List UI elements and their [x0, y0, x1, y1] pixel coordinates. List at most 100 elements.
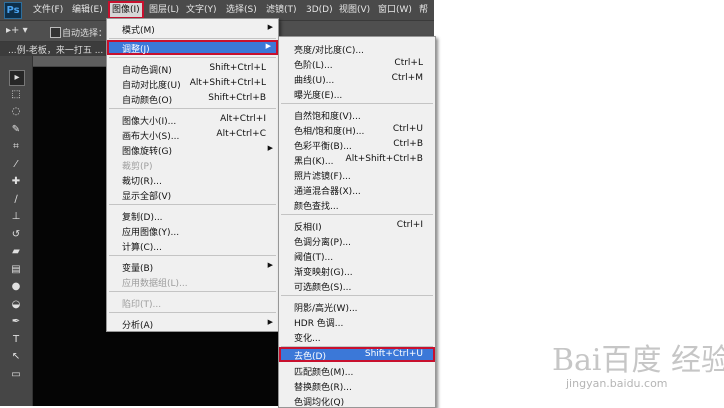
image-menu-item-entry-0[interactable]: 模式(M) ▶ — [107, 21, 278, 36]
menu-item-shortcut: Ctrl+B — [393, 139, 423, 149]
menu-item-label: 通道混合器(X)... — [294, 187, 361, 197]
menu-separator — [109, 57, 276, 58]
dodge-tool-icon[interactable]: ◒ — [9, 298, 23, 312]
menu-item-label: 自动对比度(U) — [122, 81, 181, 91]
menu-separator — [109, 312, 276, 313]
healing-brush-tool-icon[interactable]: ✚ — [9, 175, 23, 189]
adjust-menu-item-entry-10[interactable]: 通道混合器(X)... — [279, 182, 435, 197]
eyedropper-tool-icon[interactable]: ⁄ — [9, 158, 23, 172]
adjust-menu-item-entry-7[interactable]: 色彩平衡(B)... Ctrl+B — [279, 137, 435, 152]
image-menu-item-entry-4[interactable]: 自动色调(N) Shift+Ctrl+L — [107, 61, 278, 76]
menubar-item-y[interactable]: 文字(Y) — [186, 4, 217, 16]
adjust-menu-item-entry-21[interactable]: 变化... — [279, 329, 435, 344]
gradient-tool-icon[interactable]: ▤ — [9, 263, 23, 277]
menubar-item-e[interactable]: 编辑(E) — [72, 4, 103, 16]
auto-select-checkbox[interactable] — [50, 27, 61, 38]
type-tool-icon[interactable]: T — [9, 333, 23, 347]
menubar-item-v[interactable]: 视图(V) — [339, 4, 370, 16]
adjust-menu-item-entry-9[interactable]: 照片滤镜(F)... — [279, 167, 435, 182]
brush-tool-icon[interactable]: ∕ — [9, 193, 23, 207]
adjust-menu-item-entry-25[interactable]: 替换颜色(R)... — [279, 378, 435, 393]
adjust-menu-item-entry-13[interactable]: 反相(I) Ctrl+I — [279, 218, 435, 233]
menu-item-label: 变化... — [294, 334, 321, 344]
adjust-menu-item-entry-2[interactable]: 曲线(U)... Ctrl+M — [279, 71, 435, 86]
clone-stamp-tool-icon[interactable]: ⊥ — [9, 210, 23, 224]
menubar-item-3d-d[interactable]: 3D(D) — [306, 4, 333, 16]
menu-item-label: 调整(J) — [122, 45, 150, 55]
menu-item-label: 颜色查找... — [294, 202, 339, 212]
shape-tool-icon[interactable]: ▭ — [9, 368, 23, 382]
adjust-menu-item-entry-19[interactable]: 阴影/高光(W)... — [279, 299, 435, 314]
image-menu-item-entry-8[interactable]: 图像大小(I)... Alt+Ctrl+I — [107, 112, 278, 127]
menu-item-label: 计算(C)... — [122, 243, 162, 253]
image-menu-item-entry-12[interactable]: 裁切(R)... — [107, 172, 278, 187]
submenu-arrow-icon: ▶ — [267, 318, 273, 326]
move-tool-icon[interactable]: ▸ — [9, 70, 25, 86]
menubar-item-i[interactable]: 图像(I) — [108, 1, 144, 19]
menu-item-label: 应用数据组(L)... — [122, 279, 188, 289]
image-menu-item-entry-10[interactable]: 图像旋转(G) ▶ — [107, 142, 278, 157]
adjust-menu-item-entry-6[interactable]: 色相/饱和度(H)... Ctrl+U — [279, 122, 435, 137]
image-menu-item-entry-6[interactable]: 自动颜色(O) Shift+Ctrl+B — [107, 91, 278, 106]
image-menu-item-entry-15[interactable]: 复制(D)... — [107, 208, 278, 223]
menubar-item-item-10[interactable]: 帮 — [419, 4, 428, 16]
adjust-menu-item-entry-23[interactable]: 去色(D) Shift+Ctrl+U — [279, 347, 435, 362]
adjust-menu-item-entry-24[interactable]: 匹配颜色(M)... — [279, 363, 435, 378]
menu-item-label: 复制(D)... — [122, 213, 163, 223]
marquee-tool-icon[interactable]: ⬚ — [9, 88, 23, 102]
menubar-item-s[interactable]: 选择(S) — [226, 4, 257, 16]
menu-item-label: 渐变映射(G)... — [294, 268, 353, 278]
adjust-menu-item-entry-16[interactable]: 渐变映射(G)... — [279, 263, 435, 278]
image-menu-item-entry-9[interactable]: 画布大小(S)... Alt+Ctrl+C — [107, 127, 278, 142]
menu-item-shortcut: Ctrl+L — [394, 58, 423, 68]
adjust-menu-item-entry-15[interactable]: 阈值(T)... — [279, 248, 435, 263]
menu-item-label: HDR 色调... — [294, 319, 344, 329]
menu-separator — [109, 108, 276, 109]
menu-separator — [109, 38, 276, 39]
watermark-url: jingyan.baidu.com — [566, 377, 668, 390]
adjust-menu-item-entry-8[interactable]: 黑白(K)... Alt+Shift+Ctrl+B — [279, 152, 435, 167]
image-menu-item-entry-24[interactable]: 分析(A) ▶ — [107, 316, 278, 331]
path-select-tool-icon[interactable]: ↖ — [9, 350, 23, 364]
adjust-menu-item-entry-0[interactable]: 亮度/对比度(C)... — [279, 41, 435, 56]
adjust-menu-item-entry-3[interactable]: 曝光度(E)... — [279, 86, 435, 101]
menu-item-label: 变量(B) — [122, 264, 154, 274]
image-menu-item-entry-11: 裁剪(P) — [107, 157, 278, 172]
eraser-tool-icon[interactable]: ▰ — [9, 245, 23, 259]
baidu-jingyan-watermark: Bai百度 经验 jingyan.baidu.com — [552, 335, 724, 405]
menubar-item-w[interactable]: 窗口(W) — [378, 4, 412, 16]
adjust-menu-item-hdr[interactable]: HDR 色调... — [279, 314, 435, 329]
adjust-menu-item-entry-1[interactable]: 色阶(L)... Ctrl+L — [279, 56, 435, 71]
baidu-logo-text: Bai百度 经验 — [552, 343, 724, 378]
image-menu-item-entry-16[interactable]: 应用图像(Y)... — [107, 223, 278, 238]
move-tool-options-icon[interactable]: ▸+ ▾ — [6, 25, 28, 36]
menu-item-label: 色阶(L)... — [294, 61, 333, 71]
menubar-item-l[interactable]: 图层(L) — [149, 4, 179, 16]
image-menu-item-entry-5[interactable]: 自动对比度(U) Alt+Shift+Ctrl+L — [107, 76, 278, 91]
image-menu-item-entry-2[interactable]: 调整(J) ▶ — [107, 40, 278, 55]
menu-separator — [281, 214, 433, 215]
menu-item-label: 色彩平衡(B)... — [294, 142, 352, 152]
quick-select-tool-icon[interactable]: ✎ — [9, 123, 23, 137]
menu-item-label: 模式(M) — [122, 26, 155, 36]
menubar-item-t[interactable]: 滤镜(T) — [266, 4, 297, 16]
crop-tool-icon[interactable]: ⌗ — [9, 140, 23, 154]
adjust-menu-item-entry-14[interactable]: 色调分离(P)... — [279, 233, 435, 248]
document-tab[interactable]: ...例-老板，来一打五 ... — [8, 43, 103, 56]
adjust-menu-item-entry-11[interactable]: 颜色查找... — [279, 197, 435, 212]
image-menu-item-entry-17[interactable]: 计算(C)... — [107, 238, 278, 253]
menu-item-label: 可选颜色(S)... — [294, 283, 352, 293]
adjust-menu-item-entry-17[interactable]: 可选颜色(S)... — [279, 278, 435, 293]
menubar-item-f[interactable]: 文件(F) — [33, 4, 63, 16]
adjust-menu-item-entry-5[interactable]: 自然饱和度(V)... — [279, 107, 435, 122]
menu-separator — [109, 291, 276, 292]
menu-item-label: 裁剪(P) — [122, 162, 153, 172]
history-brush-tool-icon[interactable]: ↺ — [9, 228, 23, 242]
pen-tool-icon[interactable]: ✒ — [9, 315, 23, 329]
image-menu-item-entry-19[interactable]: 变量(B) ▶ — [107, 259, 278, 274]
menu-item-label: 色相/饱和度(H)... — [294, 127, 365, 137]
image-menu-item-entry-13[interactable]: 显示全部(V) — [107, 187, 278, 202]
lasso-tool-icon[interactable]: ◌ — [9, 105, 23, 119]
blur-tool-icon[interactable]: ● — [9, 280, 23, 294]
menu-separator — [281, 103, 433, 104]
